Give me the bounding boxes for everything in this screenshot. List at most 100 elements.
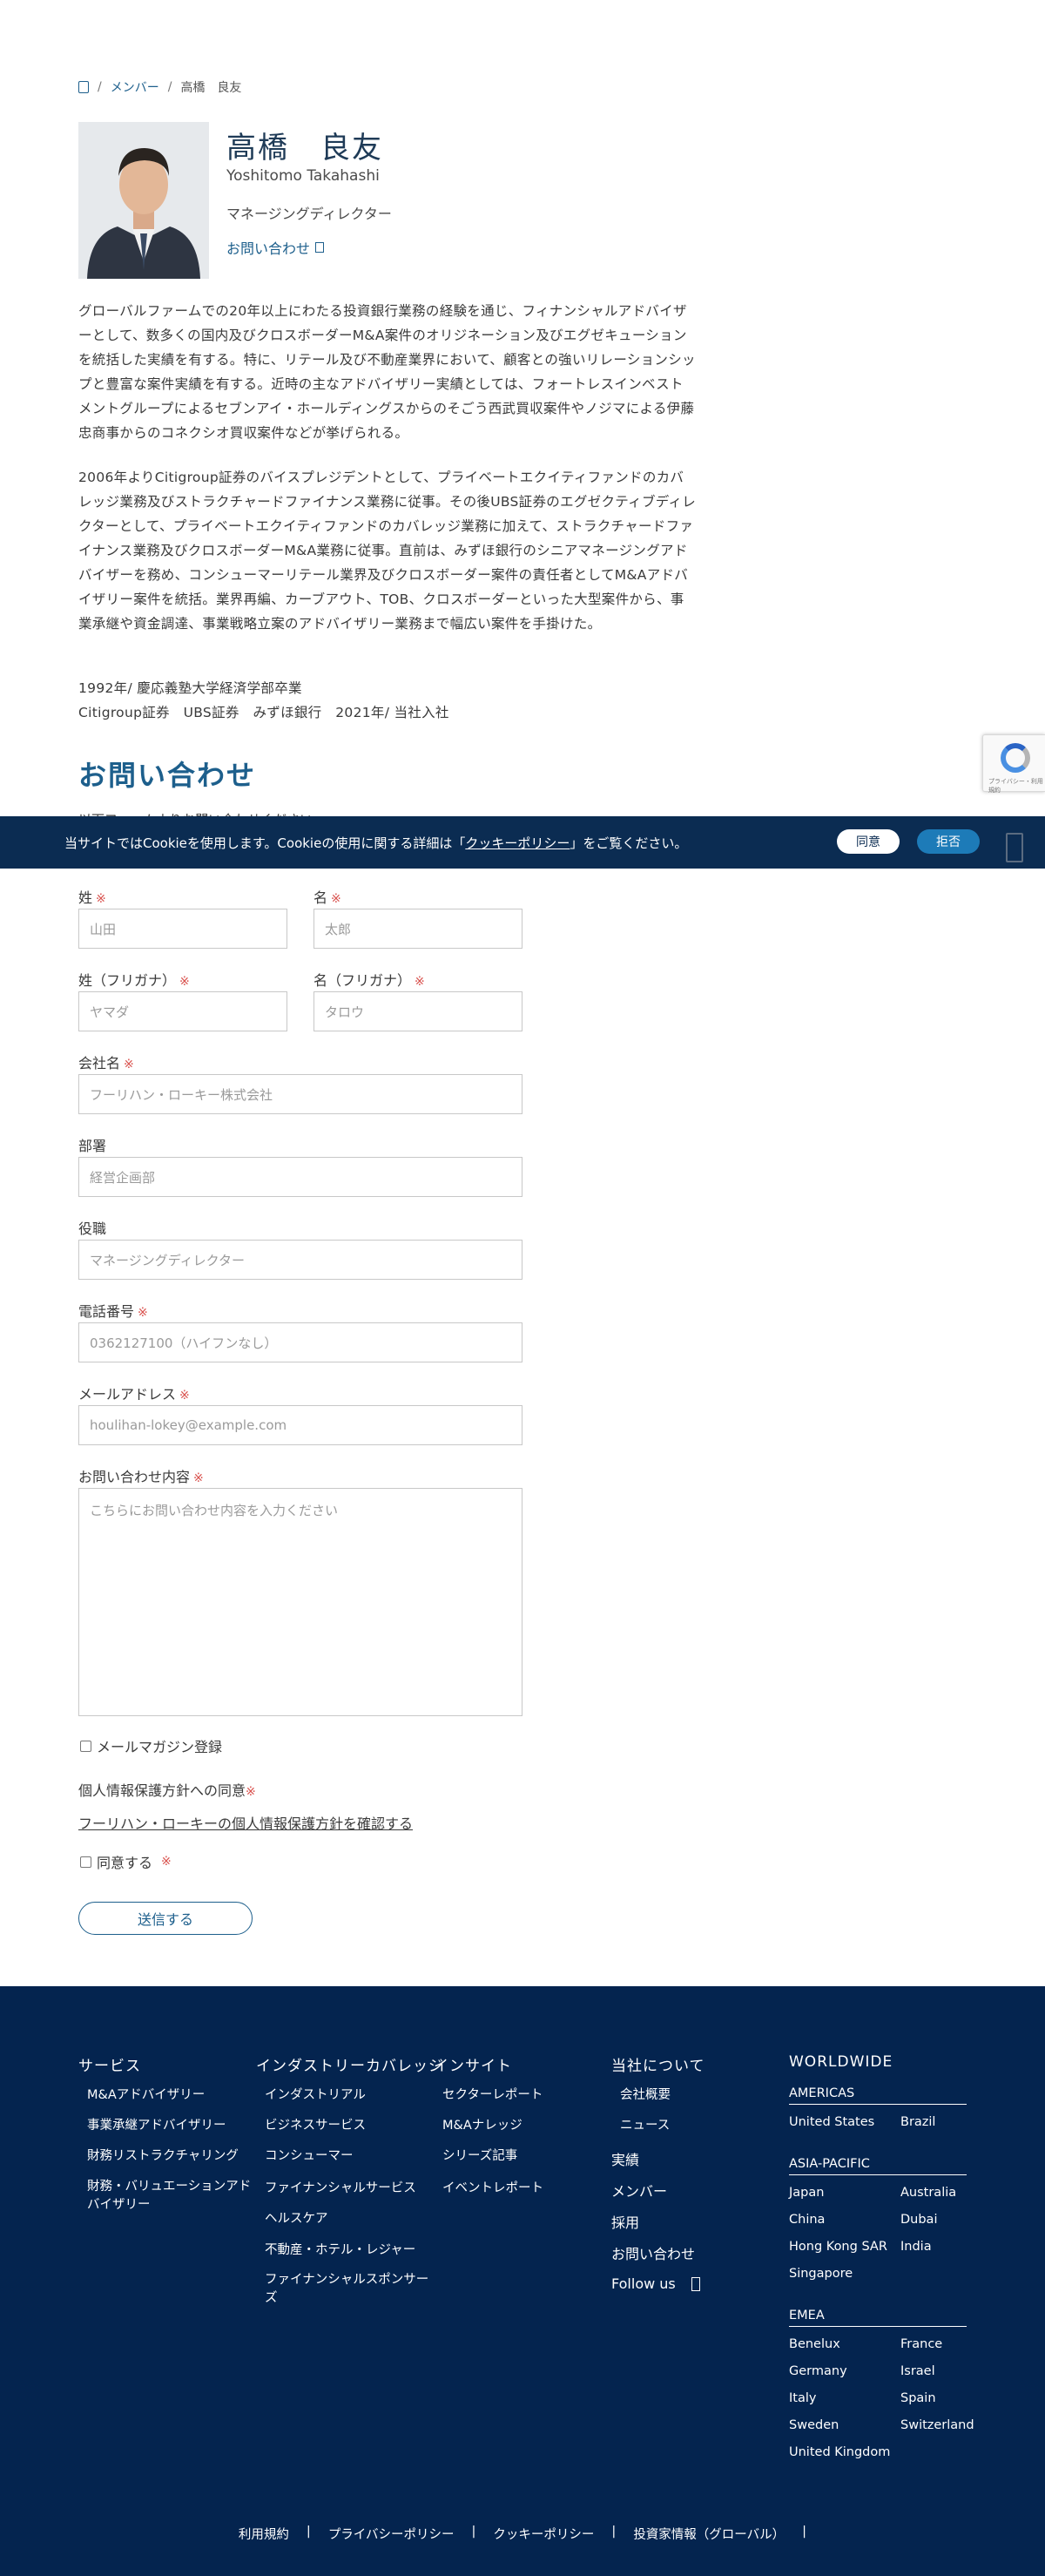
department-input[interactable]: 経営企画部 xyxy=(78,1157,522,1197)
footer-insights-item[interactable]: M&Aナレッジ xyxy=(442,2115,522,2133)
footer-follow-us: Follow us xyxy=(611,2275,700,2292)
newsletter-checkbox[interactable]: メールマガジン登録 xyxy=(80,1735,222,1756)
footer-insights-item[interactable]: イベントレポート xyxy=(442,2178,543,2196)
position-label: 役職 xyxy=(78,1220,107,1237)
footer-investor-link[interactable]: 投資家情報（グローバル） xyxy=(633,2525,785,2543)
country-link[interactable]: Australia xyxy=(900,2186,956,2200)
message-label-text: お問い合わせ内容 xyxy=(78,1469,191,1485)
last-name-kana-label: 姓（フリガナ） ※ xyxy=(78,969,190,990)
cookie-policy-link[interactable]: クッキーポリシー xyxy=(465,835,570,851)
country-link[interactable]: India xyxy=(900,2240,932,2254)
footer-about-link[interactable]: メンバー xyxy=(611,2180,667,2201)
required-mark: ※ xyxy=(246,1785,256,1799)
first-name-label: 名 ※ xyxy=(314,886,341,907)
breadcrumb-members-link[interactable]: メンバー xyxy=(111,78,159,96)
footer-about-heading[interactable]: 当社について xyxy=(611,2053,705,2075)
cookie-close-icon[interactable] xyxy=(1006,833,1023,862)
country-link[interactable]: France xyxy=(900,2337,942,2351)
footer-insights-item[interactable]: シリーズ記事 xyxy=(442,2146,517,2164)
breadcrumb-separator: / xyxy=(167,80,172,94)
message-textarea[interactable]: こちらにお問い合わせ内容を入力ください xyxy=(78,1488,522,1716)
footer-privacy-link[interactable]: プライバシーポリシー xyxy=(328,2525,455,2543)
position-input[interactable]: マネージングディレクター xyxy=(78,1240,522,1280)
footer-cookie-link[interactable]: クッキーポリシー xyxy=(493,2525,594,2543)
country-link[interactable]: Spain xyxy=(900,2391,936,2405)
footer-industry-heading[interactable]: インダストリーカバレッジ xyxy=(256,2053,444,2075)
footer-services-item[interactable]: 財務リストラクチャリング xyxy=(87,2146,239,2164)
privacy-agree-checkbox[interactable]: 同意する ※ xyxy=(80,1851,172,1872)
country-link[interactable]: Sweden xyxy=(789,2418,839,2432)
footer-industry-item[interactable]: ファイナンシャルスポンサーズ xyxy=(265,2271,439,2308)
country-link[interactable]: Hong Kong SAR xyxy=(789,2240,887,2254)
footer-about-link[interactable]: 実績 xyxy=(611,2148,639,2169)
breadcrumb-separator: / xyxy=(98,80,102,94)
profile-contact-link[interactable]: お問い合わせ xyxy=(226,237,325,258)
country-link[interactable]: Singapore xyxy=(789,2267,853,2281)
footer-terms-link[interactable]: 利用規約 xyxy=(239,2525,289,2543)
country-link[interactable]: Japan xyxy=(789,2186,824,2200)
footer-worldwide-heading: WORLDWIDE xyxy=(789,2053,893,2071)
last-name-label: 姓 ※ xyxy=(78,886,106,907)
submit-button[interactable]: 送信する xyxy=(78,1902,253,1935)
country-link[interactable]: Dubai xyxy=(900,2213,937,2227)
country-link[interactable]: Germany xyxy=(789,2364,847,2378)
footer-about-link[interactable]: お問い合わせ xyxy=(611,2242,695,2263)
footer-industry-item[interactable]: ビジネスサービス xyxy=(265,2115,366,2133)
first-name-label-text: 名 xyxy=(314,889,328,906)
privacy-heading-text: 個人情報保護方針への同意 xyxy=(78,1782,246,1799)
country-link[interactable]: Italy xyxy=(789,2391,816,2405)
country-link[interactable]: Switzerland xyxy=(900,2418,974,2432)
required-mark: ※ xyxy=(179,1389,190,1403)
company-label: 会社名 ※ xyxy=(78,1051,134,1072)
footer-industry-item[interactable]: 不動産・ホテル・レジャー xyxy=(265,2240,415,2258)
phone-input[interactable]: 0362127100（ハイフンなし） xyxy=(78,1322,522,1362)
profile-bio-paragraph: グローバルファームでの20年以上にわたる投資銀行業務の経験を通じ、フィナンシャル… xyxy=(78,303,696,441)
contact-section-title: お問い合わせ xyxy=(78,759,257,792)
profile-contact-label: お問い合わせ xyxy=(226,240,311,257)
required-mark: ※ xyxy=(138,1306,148,1320)
country-link[interactable]: United Kingdom xyxy=(789,2445,890,2459)
department-label: 部署 xyxy=(78,1138,107,1154)
country-link[interactable]: Brazil xyxy=(900,2115,935,2129)
checkbox-box[interactable] xyxy=(80,1740,91,1752)
phone-label: 電話番号 ※ xyxy=(78,1300,148,1321)
country-link[interactable]: Benelux xyxy=(789,2337,840,2351)
footer-services-heading[interactable]: サービス xyxy=(78,2053,141,2075)
last-name-input[interactable]: 山田 xyxy=(78,909,287,949)
recaptcha-badge[interactable]: プライバシー・利用規約 xyxy=(982,734,1045,794)
required-mark: ※ xyxy=(331,892,341,906)
email-label: メールアドレス ※ xyxy=(78,1383,190,1403)
region-emea: EMEA xyxy=(789,2309,967,2327)
home-icon[interactable] xyxy=(78,81,89,93)
country-link[interactable]: China xyxy=(789,2213,825,2227)
footer-about-link[interactable]: 採用 xyxy=(611,2211,639,2232)
footer-insights-item[interactable]: セクターレポート xyxy=(442,2085,543,2103)
footer-industry-item[interactable]: インダストリアル xyxy=(265,2085,366,2103)
footer-about-item[interactable]: 会社概要 xyxy=(620,2085,671,2103)
footer-industry-item[interactable]: ヘルスケア xyxy=(265,2208,328,2227)
footer-services-item[interactable]: M&Aアドバイザリー xyxy=(87,2085,205,2103)
profile-career: Citigroup証券 UBS証券 みずほ銀行 2021年/ 当社入社 xyxy=(78,705,449,720)
company-input[interactable]: フーリハン・ローキー株式会社 xyxy=(78,1074,522,1114)
last-name-kana-input[interactable]: ヤマダ xyxy=(78,991,287,1031)
footer-services-item[interactable]: 財務・バリュエーションアドバイザリー xyxy=(87,2178,261,2214)
footer-services-item[interactable]: 事業承継アドバイザリー xyxy=(87,2115,226,2133)
first-name-input[interactable]: 太郎 xyxy=(314,909,522,949)
footer-insights-heading[interactable]: インサイト xyxy=(434,2053,512,2075)
footer-separator: | xyxy=(802,2525,807,2539)
country-link[interactable]: Israel xyxy=(900,2364,935,2378)
first-name-kana-input[interactable]: タロウ xyxy=(314,991,522,1031)
email-input[interactable]: houlihan-lokey@example.com xyxy=(78,1405,522,1445)
cookie-banner: 当サイトではCookieを使用します。Cookieの使用に関する詳細は「クッキー… xyxy=(0,816,1045,869)
linkedin-icon[interactable] xyxy=(691,2276,700,2291)
footer-industry-item[interactable]: ファイナンシャルサービス xyxy=(265,2178,416,2196)
follow-us-label: Follow us xyxy=(611,2275,676,2292)
footer-industry-item[interactable]: コンシューマー xyxy=(265,2146,354,2164)
cookie-deny-button[interactable]: 拒否 xyxy=(917,829,980,854)
privacy-policy-link[interactable]: フーリハン・ローキーの個人情報保護方針を確認する xyxy=(78,1812,413,1833)
footer-about-item[interactable]: ニュース xyxy=(620,2115,670,2133)
checkbox-box[interactable] xyxy=(80,1856,91,1868)
country-link[interactable]: United States xyxy=(789,2115,874,2129)
profile-name-japanese: 高橋 良友 xyxy=(226,131,383,166)
cookie-agree-button[interactable]: 同意 xyxy=(837,829,900,854)
